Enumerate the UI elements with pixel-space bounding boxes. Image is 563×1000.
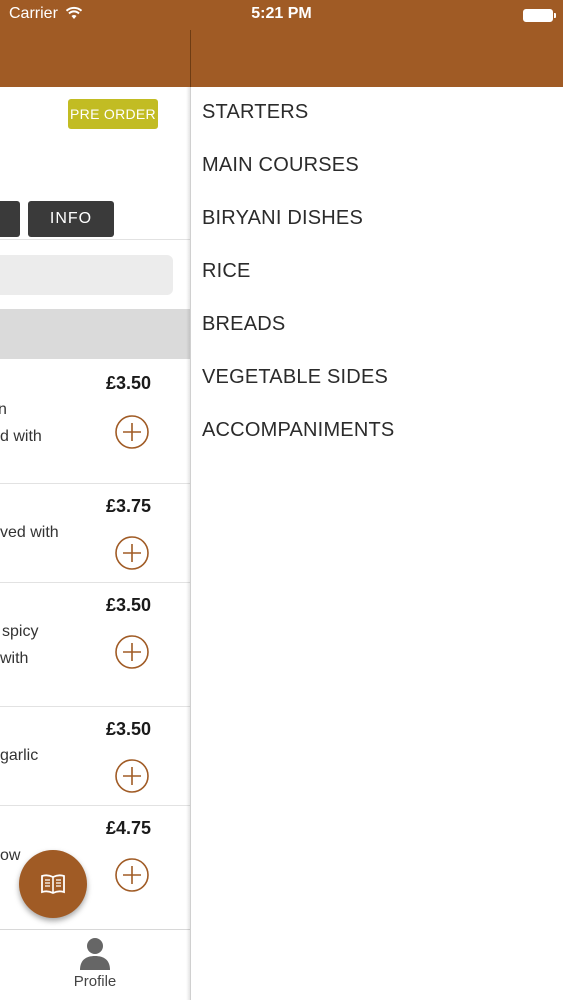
- item-price: £4.75: [106, 818, 152, 838]
- divider: [0, 239, 190, 240]
- category-breads[interactable]: BREADS: [202, 313, 285, 336]
- add-item-icon[interactable]: [115, 759, 149, 793]
- search-input[interactable]: [0, 255, 173, 295]
- menu-item[interactable]: £3.50 n d with: [0, 359, 190, 484]
- restaurant-panel[interactable]: PRE ORDER INFO £3.50 n d with £3.75 ved …: [0, 87, 190, 1000]
- profile-icon[interactable]: [78, 936, 112, 970]
- item-description: garlic: [0, 747, 39, 764]
- add-item-icon[interactable]: [115, 858, 149, 892]
- item-description: ow: [0, 847, 21, 864]
- status-bar: Carrier 5:21 PM: [0, 0, 563, 30]
- item-description: with: [0, 650, 29, 667]
- menu-item[interactable]: £3.75 ved with: [0, 484, 190, 583]
- tab-profile[interactable]: Profile: [0, 973, 190, 990]
- menu-book-button[interactable]: [19, 850, 87, 918]
- item-price: £3.50: [106, 595, 152, 615]
- category-starters[interactable]: STARTERS: [202, 101, 308, 124]
- category-vegetable-sides[interactable]: VEGETABLE SIDES: [202, 366, 388, 389]
- item-description: ved with: [0, 524, 59, 541]
- book-icon: [41, 874, 65, 895]
- tab-profile-label: Profile: [73, 973, 117, 990]
- battery-icon: [523, 9, 556, 22]
- item-price: £3.50: [106, 373, 152, 393]
- drawer-header-bar: [190, 30, 563, 87]
- add-item-icon[interactable]: [115, 536, 149, 570]
- item-description: d with: [0, 428, 42, 445]
- tab-bar: Profile: [0, 929, 190, 1000]
- status-time: 5:21 PM: [251, 5, 312, 22]
- tab-partial[interactable]: [0, 201, 20, 237]
- left-header-bar: [0, 30, 190, 87]
- category-drawer: STARTERS MAIN COURSES BIRYANI DISHES RIC…: [190, 87, 563, 1000]
- tab-info[interactable]: INFO: [28, 201, 114, 237]
- menu-item[interactable]: £3.50 garlic: [0, 707, 190, 806]
- menu-item[interactable]: £3.50 spicy with: [0, 583, 190, 707]
- add-item-icon[interactable]: [115, 635, 149, 669]
- item-price: £3.75: [106, 496, 152, 516]
- category-main-courses[interactable]: MAIN COURSES: [202, 154, 359, 177]
- pre-order-badge[interactable]: PRE ORDER: [68, 99, 158, 129]
- item-price: £3.50: [106, 719, 152, 739]
- category-accompaniments[interactable]: ACCOMPANIMENTS: [202, 419, 394, 442]
- item-description: spicy: [2, 623, 39, 640]
- add-item-icon[interactable]: [115, 415, 149, 449]
- category-rice[interactable]: RICE: [202, 260, 251, 283]
- item-description: n: [0, 401, 7, 418]
- category-biryani-dishes[interactable]: BIRYANI DISHES: [202, 207, 363, 230]
- category-header: [0, 309, 190, 359]
